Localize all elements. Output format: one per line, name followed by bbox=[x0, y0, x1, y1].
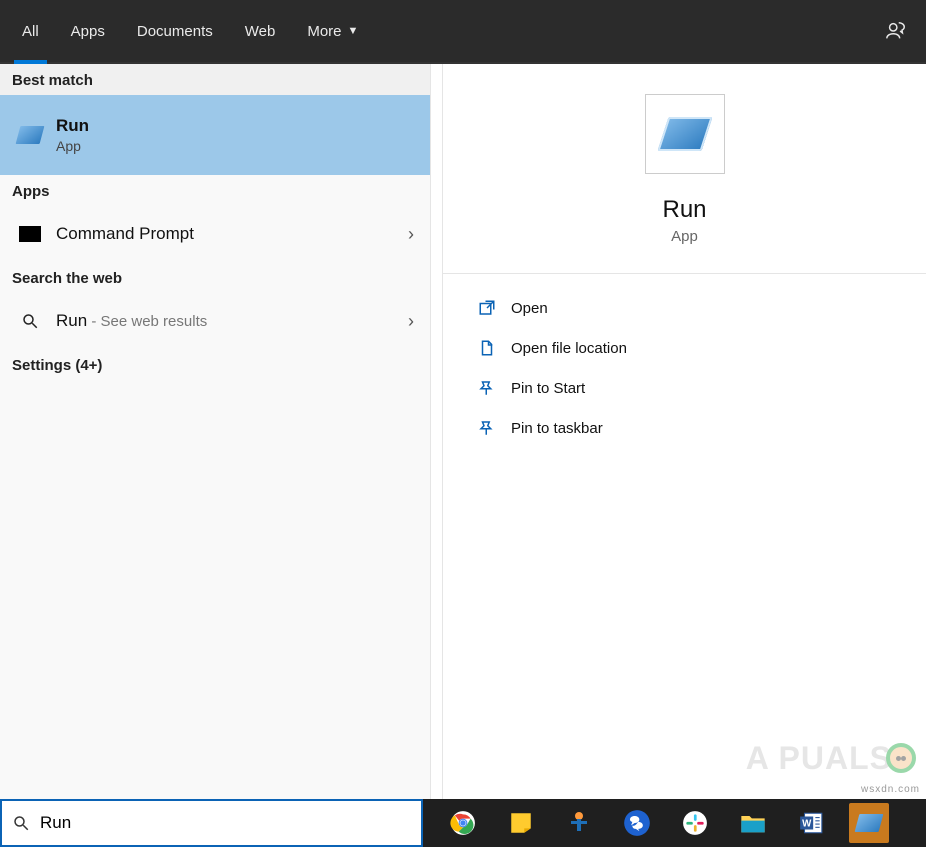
pin-icon bbox=[475, 419, 499, 437]
result-web-run[interactable]: Run - See web results › bbox=[0, 293, 430, 349]
result-title: Run bbox=[56, 116, 418, 136]
run-icon bbox=[12, 117, 48, 153]
folder-icon bbox=[739, 811, 767, 835]
action-label: Open bbox=[511, 300, 548, 317]
detail-app-icon bbox=[645, 94, 725, 174]
search-input[interactable] bbox=[40, 813, 411, 833]
svg-text:W: W bbox=[802, 818, 812, 829]
detail-header: Run App bbox=[443, 64, 926, 274]
action-label: Pin to taskbar bbox=[511, 420, 603, 437]
results-area: Best match Run App Apps Command Prompt ›… bbox=[0, 64, 926, 799]
detail-pane: Run App Open Open file location Pin to bbox=[443, 64, 926, 799]
taskbar-person[interactable] bbox=[559, 803, 599, 843]
action-open[interactable]: Open bbox=[443, 288, 926, 328]
result-title: Command Prompt bbox=[56, 224, 408, 244]
web-term: Run bbox=[56, 311, 87, 330]
result-run-app[interactable]: Run App bbox=[0, 95, 430, 175]
action-pin-to-taskbar[interactable]: Pin to taskbar bbox=[443, 408, 926, 448]
pane-separator bbox=[430, 64, 443, 799]
folder-icon bbox=[475, 339, 499, 357]
filter-tabs: All Apps Documents Web More ▼ bbox=[0, 0, 926, 64]
taskbar-apps: W bbox=[423, 799, 926, 847]
detail-title: Run bbox=[662, 196, 706, 224]
taskbar-search[interactable] bbox=[0, 799, 423, 847]
tab-documents-label: Documents bbox=[137, 23, 213, 40]
tab-web[interactable]: Web bbox=[229, 0, 292, 62]
word-icon: W bbox=[798, 810, 824, 836]
header-search-web: Search the web bbox=[0, 262, 430, 293]
results-left-pane: Best match Run App Apps Command Prompt ›… bbox=[0, 64, 430, 799]
detail-actions: Open Open file location Pin to Start Pin… bbox=[443, 274, 926, 462]
tab-all-label: All bbox=[22, 23, 39, 40]
pin-icon bbox=[475, 379, 499, 397]
action-label: Pin to Start bbox=[511, 380, 585, 397]
taskbar-file-explorer[interactable] bbox=[733, 803, 773, 843]
cmd-icon bbox=[12, 216, 48, 252]
taskbar-sticky-notes[interactable] bbox=[501, 803, 541, 843]
feedback-icon bbox=[885, 20, 907, 42]
tab-apps-label: Apps bbox=[71, 23, 105, 40]
taskbar: W bbox=[0, 799, 926, 847]
watermark-source: wsxdn.com bbox=[861, 784, 920, 795]
detail-sub: App bbox=[671, 228, 698, 245]
chevron-down-icon: ▼ bbox=[348, 25, 359, 37]
chat-icon bbox=[623, 809, 651, 837]
tab-all[interactable]: All bbox=[6, 0, 55, 62]
result-sub: App bbox=[56, 138, 418, 154]
taskbar-slack[interactable] bbox=[675, 803, 715, 843]
web-suffix: - See web results bbox=[87, 313, 207, 330]
result-title: Run - See web results bbox=[56, 311, 408, 331]
chevron-right-icon: › bbox=[408, 311, 418, 332]
header-best-match: Best match bbox=[0, 64, 430, 95]
result-command-prompt[interactable]: Command Prompt › bbox=[0, 206, 430, 262]
search-icon bbox=[12, 814, 30, 832]
tab-more-label: More bbox=[307, 23, 341, 40]
action-pin-to-start[interactable]: Pin to Start bbox=[443, 368, 926, 408]
taskbar-chat[interactable] bbox=[617, 803, 657, 843]
slack-icon bbox=[682, 810, 708, 836]
tab-documents[interactable]: Documents bbox=[121, 0, 229, 62]
taskbar-word[interactable]: W bbox=[791, 803, 831, 843]
run-icon bbox=[855, 814, 884, 832]
action-label: Open file location bbox=[511, 340, 627, 357]
chrome-icon bbox=[450, 810, 476, 836]
action-open-file-location[interactable]: Open file location bbox=[443, 328, 926, 368]
search-icon bbox=[12, 303, 48, 339]
taskbar-chrome[interactable] bbox=[443, 803, 483, 843]
header-settings: Settings (4+) bbox=[0, 349, 430, 380]
taskbar-run-active[interactable] bbox=[849, 803, 889, 843]
tab-web-label: Web bbox=[245, 23, 276, 40]
feedback-button[interactable] bbox=[876, 11, 916, 51]
watermark-brand: A PUALS bbox=[746, 740, 910, 777]
tab-more[interactable]: More ▼ bbox=[291, 0, 374, 62]
open-icon bbox=[475, 299, 499, 317]
header-apps: Apps bbox=[0, 175, 430, 206]
note-icon bbox=[508, 810, 534, 836]
chevron-right-icon: › bbox=[408, 224, 418, 245]
person-icon bbox=[567, 810, 591, 836]
tab-apps[interactable]: Apps bbox=[55, 0, 121, 62]
